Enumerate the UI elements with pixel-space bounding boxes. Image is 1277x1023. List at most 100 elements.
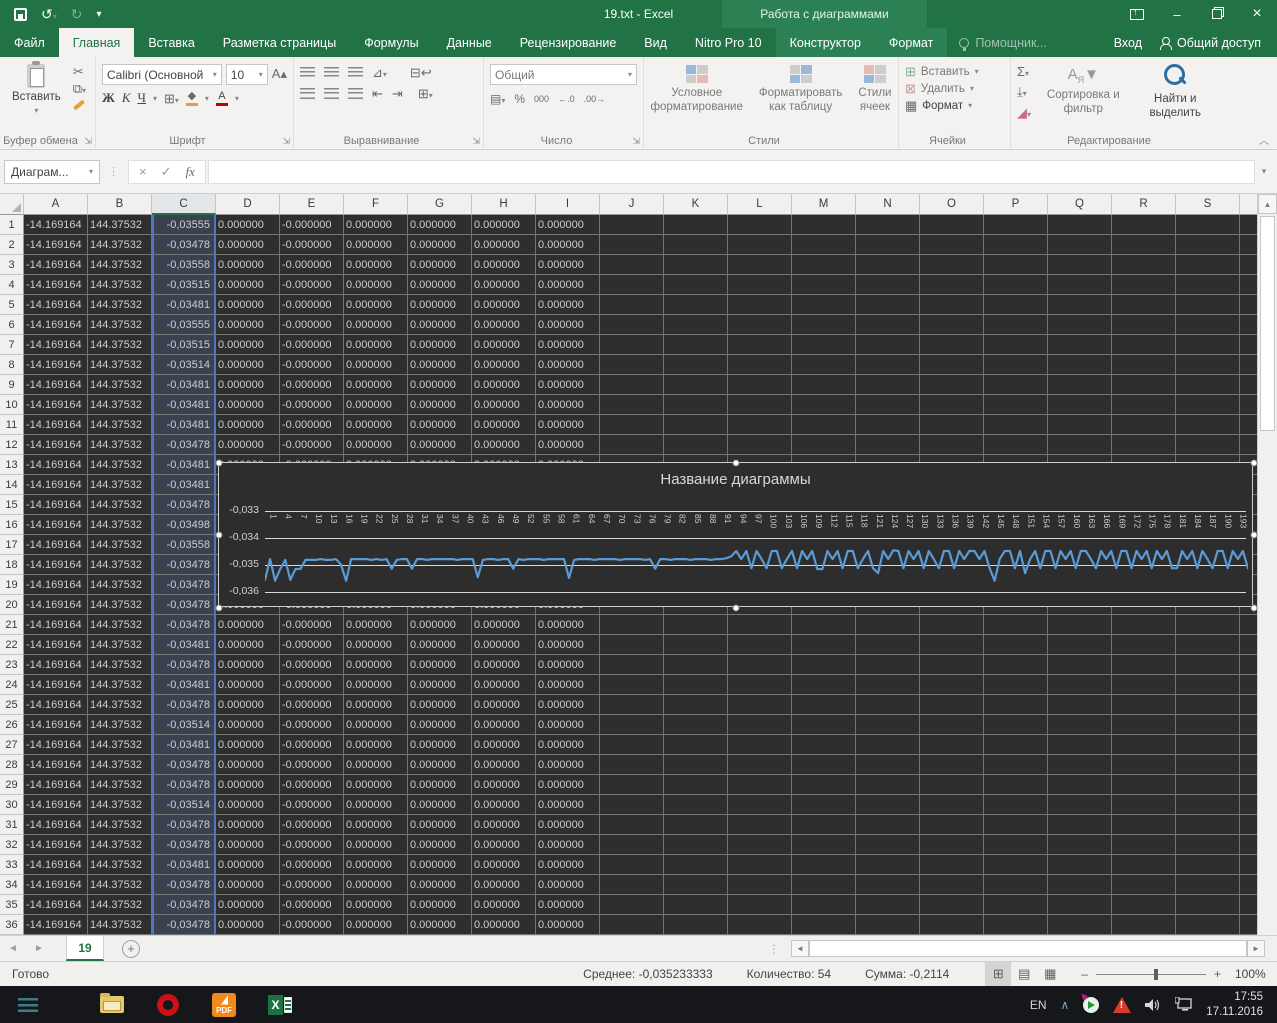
cell-partial[interactable] xyxy=(1240,375,1257,395)
horizontal-scroll-thumb[interactable] xyxy=(809,940,1247,957)
cell-Q35[interactable] xyxy=(1048,895,1112,915)
cell-partial[interactable] xyxy=(1240,795,1257,815)
cell-N12[interactable] xyxy=(856,435,920,455)
cell-O25[interactable] xyxy=(920,695,984,715)
cell-P31[interactable] xyxy=(984,815,1048,835)
cell-L35[interactable] xyxy=(728,895,792,915)
cell-O2[interactable] xyxy=(920,235,984,255)
column-header-I[interactable]: I xyxy=(536,194,600,215)
resize-handle[interactable] xyxy=(215,604,223,612)
cell-E36[interactable]: -0.000000 xyxy=(280,915,344,935)
cell-G2[interactable]: 0.000000 xyxy=(408,235,472,255)
cell-I24[interactable]: 0.000000 xyxy=(536,675,600,695)
cell-H1[interactable]: 0.000000 xyxy=(472,215,536,235)
cell-S35[interactable] xyxy=(1176,895,1240,915)
cell-E22[interactable]: -0.000000 xyxy=(280,635,344,655)
cell-J5[interactable] xyxy=(600,295,664,315)
cell-D23[interactable]: 0.000000 xyxy=(216,655,280,675)
cell-M1[interactable] xyxy=(792,215,856,235)
cell-J10[interactable] xyxy=(600,395,664,415)
cell-J36[interactable] xyxy=(600,915,664,935)
cell-partial[interactable] xyxy=(1240,835,1257,855)
cell-K36[interactable] xyxy=(664,915,728,935)
row-header-20[interactable]: 20 xyxy=(0,595,24,615)
collapse-ribbon-icon[interactable]: ︿ xyxy=(1259,132,1269,147)
cell-B35[interactable]: 144.37532 xyxy=(88,895,152,915)
column-header-F[interactable]: F xyxy=(344,194,408,215)
cell-L22[interactable] xyxy=(728,635,792,655)
cell-G33[interactable]: 0.000000 xyxy=(408,855,472,875)
cell-E30[interactable]: -0.000000 xyxy=(280,795,344,815)
cell-N4[interactable] xyxy=(856,275,920,295)
cell-R30[interactable] xyxy=(1112,795,1176,815)
cell-F34[interactable]: 0.000000 xyxy=(344,875,408,895)
cell-G27[interactable]: 0.000000 xyxy=(408,735,472,755)
cell-A28[interactable]: -14.169164 xyxy=(24,755,88,775)
cell-I1[interactable]: 0.000000 xyxy=(536,215,600,235)
column-header-E[interactable]: E xyxy=(280,194,344,215)
cell-C21[interactable]: -0,03478 xyxy=(152,615,216,635)
cell-G34[interactable]: 0.000000 xyxy=(408,875,472,895)
cell-A14[interactable]: -14.169164 xyxy=(24,475,88,495)
cell-H35[interactable]: 0.000000 xyxy=(472,895,536,915)
cell-C1[interactable]: -0,03555 xyxy=(152,215,216,235)
cell-O5[interactable] xyxy=(920,295,984,315)
autosum-button[interactable]: Σ▾ xyxy=(1017,64,1031,79)
cell-C8[interactable]: -0,03514 xyxy=(152,355,216,375)
cell-I33[interactable]: 0.000000 xyxy=(536,855,600,875)
cell-K6[interactable] xyxy=(664,315,728,335)
cell-B27[interactable]: 144.37532 xyxy=(88,735,152,755)
cell-Q34[interactable] xyxy=(1048,875,1112,895)
cell-J8[interactable] xyxy=(600,355,664,375)
cell-A18[interactable]: -14.169164 xyxy=(24,555,88,575)
delete-cells-button[interactable]: ⊠ Удалить ▾ xyxy=(905,82,979,95)
cell-O27[interactable] xyxy=(920,735,984,755)
cell-F28[interactable]: 0.000000 xyxy=(344,755,408,775)
cell-N10[interactable] xyxy=(856,395,920,415)
cell-M6[interactable] xyxy=(792,315,856,335)
cell-B12[interactable]: 144.37532 xyxy=(88,435,152,455)
cell-L24[interactable] xyxy=(728,675,792,695)
cell-Q12[interactable] xyxy=(1048,435,1112,455)
row-header-18[interactable]: 18 xyxy=(0,555,24,575)
cell-M36[interactable] xyxy=(792,915,856,935)
cell-O26[interactable] xyxy=(920,715,984,735)
align-middle-icon[interactable] xyxy=(324,67,339,78)
cell-K27[interactable] xyxy=(664,735,728,755)
cell-H23[interactable]: 0.000000 xyxy=(472,655,536,675)
cell-D30[interactable]: 0.000000 xyxy=(216,795,280,815)
cell-S11[interactable] xyxy=(1176,415,1240,435)
cell-L34[interactable] xyxy=(728,875,792,895)
column-header-M[interactable]: M xyxy=(792,194,856,215)
cell-E6[interactable]: -0.000000 xyxy=(280,315,344,335)
cell-G31[interactable]: 0.000000 xyxy=(408,815,472,835)
cell-B13[interactable]: 144.37532 xyxy=(88,455,152,475)
cell-partial[interactable] xyxy=(1240,675,1257,695)
cell-partial[interactable] xyxy=(1240,735,1257,755)
tell-me-box[interactable]: Помощник... xyxy=(947,28,1059,57)
cell-E7[interactable]: -0.000000 xyxy=(280,335,344,355)
cell-B8[interactable]: 144.37532 xyxy=(88,355,152,375)
cell-P27[interactable] xyxy=(984,735,1048,755)
tab-insert[interactable]: Вставка xyxy=(134,28,208,57)
cell-E4[interactable]: -0.000000 xyxy=(280,275,344,295)
cell-S9[interactable] xyxy=(1176,375,1240,395)
cell-B31[interactable]: 144.37532 xyxy=(88,815,152,835)
cell-I12[interactable]: 0.000000 xyxy=(536,435,600,455)
borders-button[interactable]: ⊞▾ xyxy=(164,92,179,105)
cell-O7[interactable] xyxy=(920,335,984,355)
row-header-23[interactable]: 23 xyxy=(0,655,24,675)
cell-Q27[interactable] xyxy=(1048,735,1112,755)
row-header-34[interactable]: 34 xyxy=(0,875,24,895)
cell-A24[interactable]: -14.169164 xyxy=(24,675,88,695)
cell-L23[interactable] xyxy=(728,655,792,675)
cell-O23[interactable] xyxy=(920,655,984,675)
cell-O10[interactable] xyxy=(920,395,984,415)
cell-M9[interactable] xyxy=(792,375,856,395)
percent-style-icon[interactable]: % xyxy=(514,92,525,106)
cell-C11[interactable]: -0,03481 xyxy=(152,415,216,435)
cell-R8[interactable] xyxy=(1112,355,1176,375)
cell-F24[interactable]: 0.000000 xyxy=(344,675,408,695)
cell-partial[interactable] xyxy=(1240,355,1257,375)
cell-E25[interactable]: -0.000000 xyxy=(280,695,344,715)
